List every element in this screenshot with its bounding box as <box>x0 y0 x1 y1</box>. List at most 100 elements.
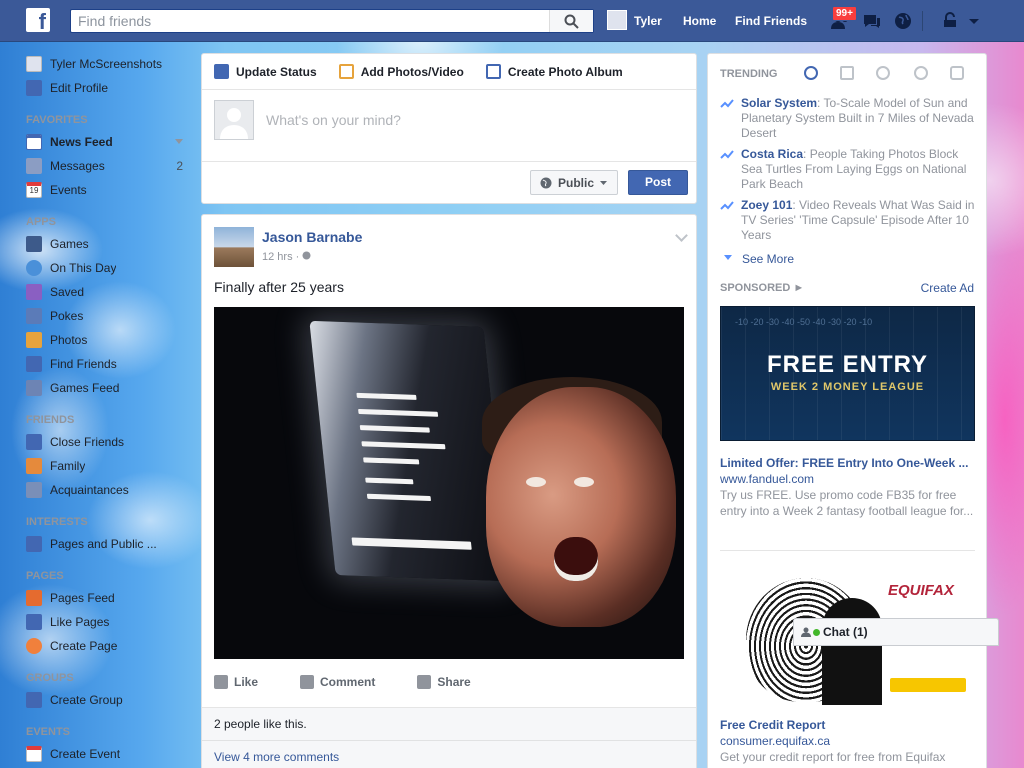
share-button[interactable]: Share <box>417 675 471 689</box>
sidebar-item-create-event[interactable]: Create Event <box>26 742 191 766</box>
chat-label: Chat (1) <box>823 625 868 639</box>
sidebar-item-profile[interactable]: Tyler McScreenshots <box>26 52 191 76</box>
tab-update-status[interactable]: Update Status <box>214 64 317 79</box>
trending-entertainment-icon[interactable] <box>950 66 964 80</box>
ad-image-button-graphic <box>890 678 966 692</box>
create-event-icon <box>26 746 42 762</box>
section-header-events[interactable]: EVENTS <box>26 712 191 742</box>
sidebar-item-label: Close Friends <box>50 435 125 449</box>
comment-button[interactable]: Comment <box>300 675 375 689</box>
ad-divider <box>720 550 975 551</box>
sidebar-item-create-group[interactable]: Create Group <box>26 688 191 712</box>
trending-top-icon[interactable] <box>804 66 818 80</box>
sidebar-item-find-friends[interactable]: Find Friends <box>26 352 191 376</box>
trending-arrow-icon <box>720 99 734 108</box>
create-page-icon <box>26 638 42 654</box>
sidebar-item-news-feed[interactable]: News Feed <box>26 130 191 154</box>
status-input[interactable]: What's on your mind? <box>266 112 401 128</box>
trending-sports-icon[interactable] <box>914 66 928 80</box>
trending-item[interactable]: Costa Rica: People Taking Photos Block S… <box>720 147 976 192</box>
sidebar-item-create-page[interactable]: Create Page <box>26 634 191 658</box>
sidebar-item-like-pages[interactable]: Like Pages <box>26 610 191 634</box>
ad-title[interactable]: Free Credit Report <box>720 718 976 732</box>
privacy-shortcuts-icon[interactable] <box>940 11 960 31</box>
sidebar-item-close-friends[interactable]: Close Friends <box>26 430 191 454</box>
trending-item[interactable]: Zoey 101: Video Reveals What Was Said in… <box>720 198 976 243</box>
ad-url[interactable]: consumer.equifax.ca <box>720 734 830 748</box>
sidebar-item-label: Games <box>50 237 89 251</box>
sidebar-item-pages-and-public[interactable]: Pages and Public ... <box>26 532 191 556</box>
search-input[interactable] <box>71 10 541 32</box>
sidebar-item-pokes[interactable]: Pokes <box>26 304 191 328</box>
section-header-apps[interactable]: APPS <box>26 202 191 232</box>
pencil-icon <box>214 64 229 79</box>
section-header-friends[interactable]: FRIENDS <box>26 400 191 430</box>
view-more-comments-link[interactable]: View 4 more comments <box>202 740 696 768</box>
user-avatar[interactable] <box>607 10 627 30</box>
section-header-groups[interactable]: GROUPS <box>26 658 191 688</box>
sidebar-item-games-feed[interactable]: Games Feed <box>26 376 191 400</box>
action-label: Like <box>234 675 259 689</box>
author-name[interactable]: Jason Barnabe <box>262 229 362 245</box>
search-button[interactable] <box>549 10 593 32</box>
create-ad-link[interactable]: Create Ad <box>921 281 974 295</box>
facebook-logo[interactable]: f <box>26 8 50 32</box>
trending-science-icon[interactable] <box>876 66 890 80</box>
trending-item[interactable]: Solar System: To-Scale Model of Sun and … <box>720 96 976 141</box>
sidebar-item-pages-feed[interactable]: Pages Feed <box>26 586 191 610</box>
privacy-selector[interactable]: Public <box>530 170 618 195</box>
acquaintances-icon <box>26 482 42 498</box>
chat-person-icon <box>801 627 811 637</box>
timestamp-text: 12 hrs <box>262 251 293 263</box>
search-box <box>70 9 594 33</box>
sidebar-item-acquaintances[interactable]: Acquaintances <box>26 478 191 502</box>
sidebar-item-label: Like Pages <box>50 615 110 629</box>
sidebar-item-events[interactable]: 19 Events <box>26 178 191 202</box>
news-feed-options-icon[interactable] <box>175 139 183 144</box>
home-link[interactable]: Home <box>683 14 716 28</box>
default-avatar-icon <box>220 108 248 139</box>
profile-link[interactable]: Tyler <box>634 14 662 28</box>
post-timestamp[interactable]: 12 hrs · <box>262 251 311 263</box>
find-friends-link[interactable]: Find Friends <box>735 14 807 28</box>
privacy-label: Public <box>558 175 595 190</box>
sidebar-item-label: Pages Feed <box>50 591 115 605</box>
story-options-chevron-icon[interactable] <box>675 229 688 242</box>
trending-politics-icon[interactable] <box>840 66 854 80</box>
sidebar-item-label: Pages and Public ... <box>50 537 157 551</box>
section-header-interests[interactable]: INTERESTS <box>26 502 191 532</box>
tab-add-photos-video[interactable]: Add Photos/Video <box>338 64 464 79</box>
trending-arrow-icon <box>720 201 734 210</box>
see-more-trending-link[interactable]: See More <box>722 252 794 266</box>
sidebar-item-saved[interactable]: Saved <box>26 280 191 304</box>
sidebar-item-label: Create Event <box>50 747 121 761</box>
like-button[interactable]: Like <box>214 675 258 689</box>
post-button[interactable]: Post <box>628 170 688 195</box>
topbar-divider <box>922 11 923 31</box>
sidebar-item-on-this-day[interactable]: On This Day <box>26 256 191 280</box>
tab-create-photo-album[interactable]: Create Photo Album <box>485 64 623 79</box>
search-icon <box>564 14 579 29</box>
notifications-globe-icon[interactable] <box>893 11 913 31</box>
sidebar-item-messages[interactable]: Messages 2 <box>26 154 191 178</box>
chat-tab[interactable]: Chat (1) <box>793 618 999 646</box>
author-avatar[interactable] <box>214 227 254 267</box>
sidebar-item-edit-profile[interactable]: Edit Profile <box>26 76 191 100</box>
account-menu-chevron-icon[interactable] <box>964 11 984 31</box>
sidebar-item-label: News Feed <box>50 135 113 149</box>
sidebar-item-label: Games Feed <box>50 381 120 395</box>
ad-title[interactable]: Limited Offer: FREE Entry Into One-Week … <box>720 456 976 470</box>
sidebar-item-photos[interactable]: Photos <box>26 328 191 352</box>
sidebar-item-family[interactable]: Family <box>26 454 191 478</box>
messages-icon[interactable] <box>862 11 882 31</box>
section-header-pages[interactable]: PAGES <box>26 556 191 586</box>
yard-marks: -10 -20 -30 -40 -50 -40 -30 -20 -10 <box>735 317 873 327</box>
ad-image-fanduel[interactable]: -10 -20 -30 -40 -50 -40 -30 -20 -10 FREE… <box>720 306 975 441</box>
post-photo[interactable] <box>214 307 684 659</box>
sidebar-item-games[interactable]: Games <box>26 232 191 256</box>
likes-summary[interactable]: 2 people like this. <box>202 707 696 740</box>
sidebar-item-label: On This Day <box>50 261 117 275</box>
story-actions: Like Comment Share <box>214 675 684 689</box>
section-header-favorites[interactable]: FAVORITES <box>26 100 191 130</box>
ad-url[interactable]: www.fanduel.com <box>720 472 814 486</box>
